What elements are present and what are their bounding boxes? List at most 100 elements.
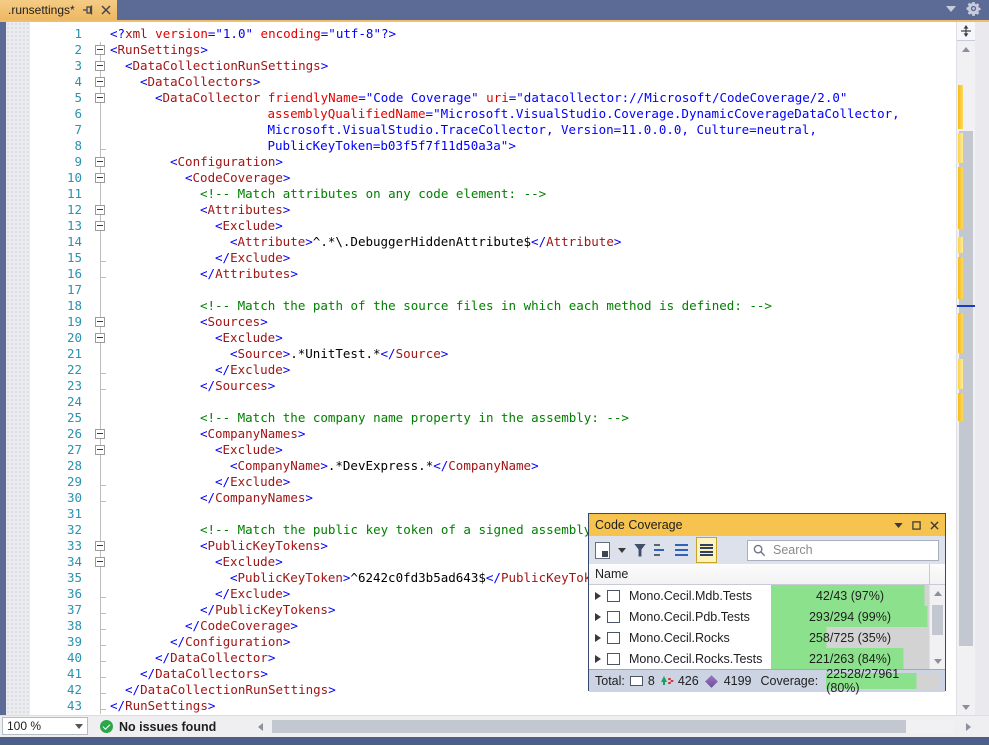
filter-icon[interactable] (634, 540, 646, 560)
line-number[interactable]: 15 (30, 250, 92, 266)
coverage-row[interactable]: Mono.Cecil.Rocks258/725 (35%) (589, 627, 929, 648)
line-number[interactable]: 11 (30, 186, 92, 202)
panel-scroll-track[interactable] (930, 601, 945, 653)
line-number[interactable]: 31 (30, 506, 92, 522)
export-chevron-down-icon[interactable] (618, 548, 626, 553)
document-health-indicator[interactable]: No issues found (100, 716, 216, 737)
code-line[interactable]: 4<DataCollectors> (30, 74, 956, 90)
line-number[interactable]: 25 (30, 410, 92, 426)
search-input[interactable] (771, 542, 933, 558)
tab-list-chevron-down-icon[interactable] (946, 6, 956, 12)
code-line[interactable]: 6assemblyQualifiedName="Microsoft.Visual… (30, 106, 956, 122)
code-line[interactable]: 29</Exclude> (30, 474, 956, 490)
panel-scroll-down-button[interactable] (930, 653, 945, 669)
line-number[interactable]: 5 (30, 90, 92, 106)
line-number[interactable]: 27 (30, 442, 92, 458)
line-number[interactable]: 14 (30, 234, 92, 250)
row-checkbox[interactable] (607, 590, 620, 602)
line-number[interactable]: 1 (30, 26, 92, 42)
pin-icon[interactable] (82, 4, 94, 16)
code-line[interactable]: 5<DataCollector friendlyName="Code Cover… (30, 90, 956, 106)
group-view-button[interactable] (675, 540, 688, 560)
line-number[interactable]: 3 (30, 58, 92, 74)
line-number[interactable]: 41 (30, 666, 92, 682)
code-line[interactable]: 15</Exclude> (30, 250, 956, 266)
line-number[interactable]: 34 (30, 554, 92, 570)
expand-arrow-icon[interactable] (589, 613, 607, 621)
expand-arrow-icon[interactable] (589, 634, 607, 642)
fold-marker-icon[interactable] (92, 538, 110, 554)
line-number[interactable]: 40 (30, 650, 92, 666)
line-number[interactable]: 6 (30, 106, 92, 122)
line-number[interactable]: 38 (30, 618, 92, 634)
code-line[interactable]: 43</RunSettings> (30, 698, 956, 714)
code-line[interactable]: 22</Exclude> (30, 362, 956, 378)
panel-scroll-thumb[interactable] (932, 605, 943, 635)
horizontal-scroll-track[interactable] (272, 720, 954, 733)
window-menu-chevron-down-icon[interactable] (894, 523, 903, 528)
code-line[interactable]: 28<CompanyName>.*DevExpress.*</CompanyNa… (30, 458, 956, 474)
code-line[interactable]: 27<Exclude> (30, 442, 956, 458)
line-number[interactable]: 33 (30, 538, 92, 554)
line-number[interactable]: 39 (30, 634, 92, 650)
fold-marker-icon[interactable] (92, 170, 110, 186)
line-number[interactable]: 28 (30, 458, 92, 474)
line-number[interactable]: 29 (30, 474, 92, 490)
export-results-button[interactable] (595, 540, 610, 560)
indicator-margin[interactable] (6, 22, 30, 715)
code-line[interactable]: 16</Attributes> (30, 266, 956, 282)
code-line[interactable]: 24 (30, 394, 956, 410)
fold-marker-icon[interactable] (92, 202, 110, 218)
show-columns-button[interactable] (654, 540, 667, 560)
line-number[interactable]: 22 (30, 362, 92, 378)
code-line[interactable]: 25<!-- Match the company name property i… (30, 410, 956, 426)
flat-view-button-selected[interactable] (696, 537, 717, 563)
line-number[interactable]: 17 (30, 282, 92, 298)
fold-marker-icon[interactable] (92, 42, 110, 58)
close-icon[interactable] (101, 5, 111, 15)
line-number[interactable]: 16 (30, 266, 92, 282)
fold-marker-icon[interactable] (92, 426, 110, 442)
fold-marker-icon[interactable] (92, 90, 110, 106)
fold-marker-icon[interactable] (92, 58, 110, 74)
column-divider[interactable] (929, 564, 930, 584)
code-line[interactable]: 23</Sources> (30, 378, 956, 394)
line-number[interactable]: 35 (30, 570, 92, 586)
expand-arrow-icon[interactable] (589, 592, 607, 600)
line-number[interactable]: 24 (30, 394, 92, 410)
line-number[interactable]: 30 (30, 490, 92, 506)
zoom-select[interactable]: 100 % (2, 717, 88, 735)
fold-marker-icon[interactable] (92, 330, 110, 346)
coverage-row[interactable]: Mono.Cecil.Pdb.Tests293/294 (99%) (589, 606, 929, 627)
split-window-handle[interactable] (957, 22, 975, 41)
close-icon[interactable] (930, 521, 939, 530)
horizontal-scroll-thumb[interactable] (272, 720, 906, 733)
line-number[interactable]: 23 (30, 378, 92, 394)
line-number[interactable]: 12 (30, 202, 92, 218)
code-line[interactable]: 12<Attributes> (30, 202, 956, 218)
fold-marker-icon[interactable] (92, 442, 110, 458)
line-number[interactable]: 2 (30, 42, 92, 58)
maximize-icon[interactable] (912, 521, 921, 530)
code-line[interactable]: 18<!-- Match the path of the source file… (30, 298, 956, 314)
fold-marker-icon[interactable] (92, 154, 110, 170)
line-number[interactable]: 43 (30, 698, 92, 714)
line-number[interactable]: 37 (30, 602, 92, 618)
code-line[interactable]: 9<Configuration> (30, 154, 956, 170)
scroll-left-button[interactable] (258, 716, 263, 737)
line-number[interactable]: 7 (30, 122, 92, 138)
code-line[interactable]: 30</CompanyNames> (30, 490, 956, 506)
coverage-row[interactable]: Mono.Cecil.Mdb.Tests42/43 (97%) (589, 585, 929, 606)
code-line[interactable]: 13<Exclude> (30, 218, 956, 234)
fold-marker-icon[interactable] (92, 314, 110, 330)
code-line[interactable]: 19<Sources> (30, 314, 956, 330)
search-box[interactable] (747, 540, 939, 561)
code-line[interactable]: 20<Exclude> (30, 330, 956, 346)
code-line[interactable]: 21<Source>.*UnitTest.*</Source> (30, 346, 956, 362)
scroll-up-button[interactable] (957, 41, 975, 57)
line-number[interactable]: 32 (30, 522, 92, 538)
code-coverage-titlebar[interactable]: Code Coverage (589, 514, 945, 536)
scroll-right-button[interactable] (966, 716, 971, 737)
expand-arrow-icon[interactable] (589, 655, 607, 663)
vertical-scroll-track[interactable] (957, 57, 975, 699)
